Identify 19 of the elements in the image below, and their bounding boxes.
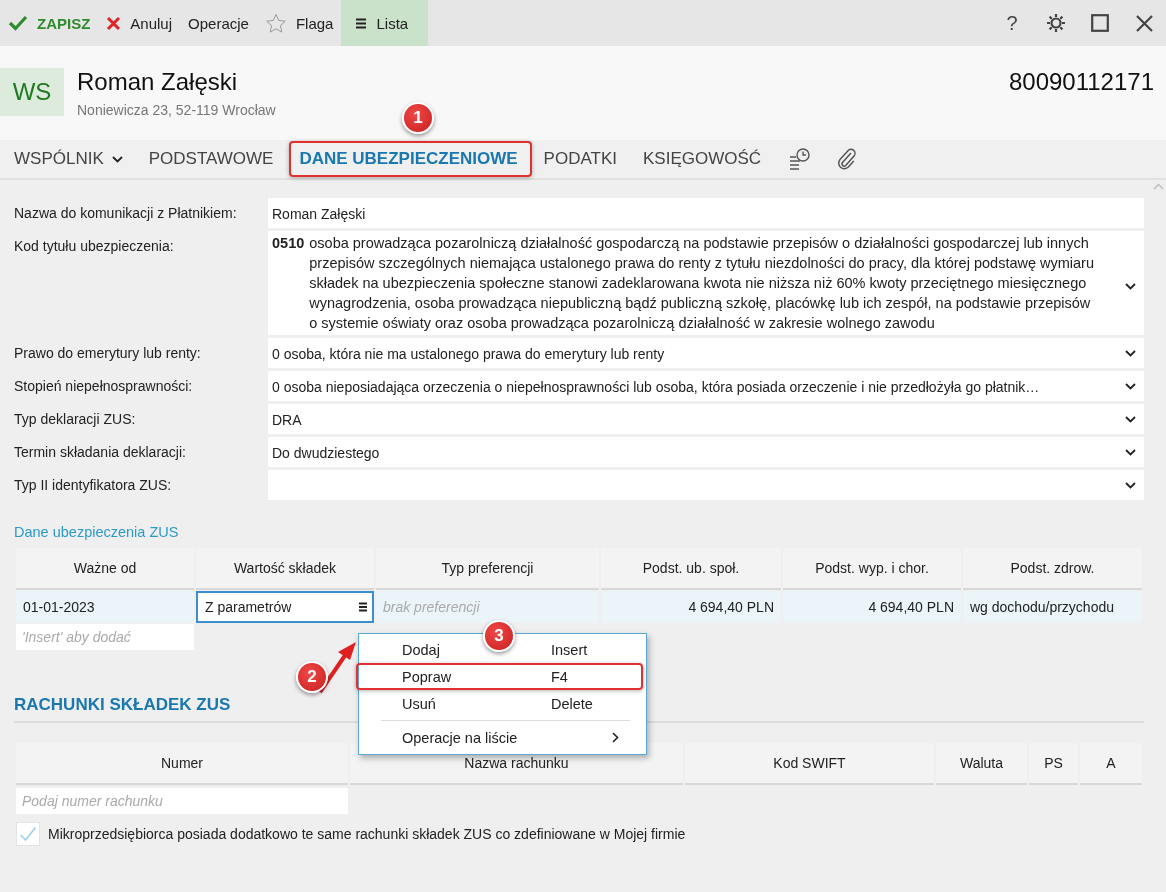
section-title: RACHUNKI SKŁADEK ZUS — [14, 695, 231, 715]
table-cell: 4 694,40 PLN — [783, 591, 961, 623]
table-cell: 4 694,40 PLN — [601, 591, 781, 623]
field-label: Stopień niepełnosprawności: — [14, 377, 194, 394]
field-label: Nazwa do komunikacji z Płatnikiem: — [14, 204, 238, 221]
initials-avatar: WS — [0, 68, 64, 116]
pesel-number: 80090112171 — [1008, 68, 1154, 96]
table-cell: wg dochodu/przychodu — [963, 591, 1142, 623]
field-label: Termin składania deklaracji: — [14, 443, 187, 460]
field-label: Typ deklaracji ZUS: — [14, 410, 137, 427]
checkbox-label: Mikroprzedsiębiorca posiada dodatkowo te same rachunki składek ZUS co zdefiniowane w Mojej firmie — [48, 826, 686, 842]
contact-name: Roman Załęski — [77, 68, 239, 96]
field-label: Kod tytułu ubezpieczenia: — [14, 237, 175, 254]
table-cell: brak preferencji — [376, 591, 599, 623]
field-label: Typ II identyfikatora ZUS: — [14, 476, 173, 493]
step-badge: 2 — [296, 661, 328, 693]
contact-address: Noniewicza 23, 52-119 Wrocław — [77, 102, 276, 118]
table-cell: 01-01-2023 — [16, 591, 194, 623]
field-label: Prawo do emerytury lub renty: — [14, 344, 202, 361]
